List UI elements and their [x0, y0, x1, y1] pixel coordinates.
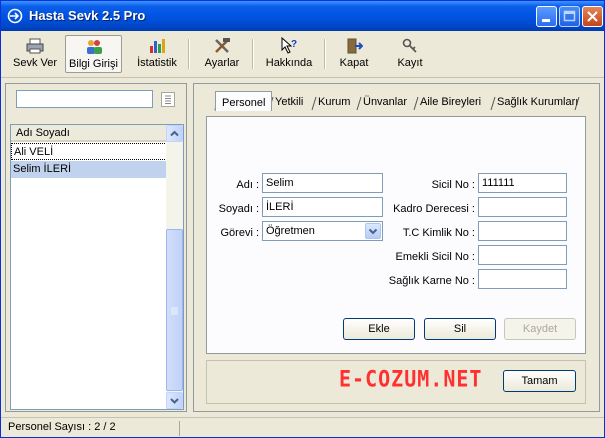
gorevi-label: Görevi : — [220, 227, 259, 239]
list-item-selected[interactable]: Selim İLERİ — [11, 161, 167, 178]
watermark-text: E-COZUM.NET — [339, 365, 483, 393]
toolbar-hakkinda-button[interactable]: ? Hakkında — [261, 35, 317, 73]
kadro-derecesi-label: Kadro Derecesi : — [393, 203, 475, 215]
saglik-karne-no-label: Sağlık Karne No : — [388, 275, 475, 287]
status-bar: Personel Sayısı : 2 / 2 — [1, 417, 604, 437]
personnel-list-panel: Adı Soyadı Ali VELİ Selim İLERİ — [5, 83, 187, 412]
toolbar-kapat-button[interactable]: Kapat — [335, 35, 373, 73]
tab-unvanlar[interactable]: Ünvanlar — [363, 94, 407, 111]
tab-yetkili[interactable]: Yetkili — [275, 94, 303, 111]
scroll-up-button[interactable] — [166, 125, 183, 142]
printer-icon — [26, 38, 44, 54]
chart-icon — [150, 39, 165, 53]
tab-kurum[interactable]: Kurum — [318, 94, 350, 111]
adi-field[interactable]: Selim — [262, 173, 383, 193]
adi-label: Adı : — [236, 179, 259, 191]
tools-icon — [215, 38, 230, 53]
exit-door-icon — [347, 38, 363, 54]
tab-personel[interactable]: Personel — [215, 91, 273, 111]
soyadi-label: Soyadı : — [218, 203, 259, 215]
toolbar-separator — [252, 39, 254, 69]
list-scrollbar[interactable] — [166, 125, 183, 409]
column-header-adi-soyadi[interactable]: Adı Soyadı — [11, 125, 166, 142]
minimize-icon — [542, 19, 550, 22]
scroll-thumb[interactable] — [166, 229, 183, 391]
help-cursor-icon: ? — [281, 37, 297, 54]
kadro-derecesi-field[interactable] — [478, 197, 567, 217]
kaydet-button[interactable]: Kaydet — [504, 318, 576, 340]
close-icon — [587, 11, 598, 22]
toolbar-separator — [324, 39, 326, 69]
emekli-sicil-no-field[interactable] — [478, 245, 567, 265]
toolbar-ayarlar-button[interactable]: Ayarlar — [199, 35, 245, 73]
maximize-button[interactable] — [559, 6, 580, 27]
gorevi-select[interactable]: Öğretmen — [262, 221, 383, 241]
close-button[interactable] — [582, 6, 603, 27]
tamam-button[interactable]: Tamam — [503, 370, 576, 392]
toolbar-separator — [188, 39, 190, 69]
soyadi-field[interactable]: İLERİ — [262, 197, 383, 217]
sil-button[interactable]: Sil — [424, 318, 496, 340]
personel-tab-page: Adı : Selim Soyadı : İLERİ Görevi : Öğre… — [206, 116, 586, 354]
title-bar[interactable]: Hasta Sevk 2.5 Pro — [1, 1, 604, 31]
sicil-no-label: Sicil No : — [431, 179, 475, 191]
sicil-no-field[interactable]: 111111 — [478, 173, 567, 193]
list-item[interactable]: Ali VELİ — [11, 143, 167, 160]
window-title: Hasta Sevk 2.5 Pro — [29, 8, 146, 23]
svg-text:?: ? — [291, 39, 297, 50]
personnel-list: Adı Soyadı Ali VELİ Selim İLERİ — [10, 124, 184, 410]
gorevi-selected-value: Öğretmen — [266, 225, 315, 237]
toolbar-bilgi-girisi-button[interactable]: Bilgi Girişi — [65, 35, 122, 73]
search-button[interactable] — [161, 92, 175, 107]
minimize-button[interactable] — [536, 6, 557, 27]
toolbar-sevk-ver-button[interactable]: Sevk Ver — [9, 35, 61, 73]
chevron-up-icon — [170, 130, 179, 137]
chevron-down-icon — [170, 398, 179, 404]
tab-saglik-kurumlari[interactable]: Sağlık Kurumları — [497, 94, 578, 111]
detail-panel: Personel Yetkili Kurum Ünvanlar Aile Bir… — [193, 83, 600, 412]
maximize-icon — [563, 10, 576, 22]
tc-kimlik-no-label: T.C Kimlik No : — [402, 227, 475, 239]
toolbar-kayit-button[interactable]: Kayıt — [391, 35, 429, 73]
search-input[interactable] — [16, 90, 153, 108]
bottom-bar: E-COZUM.NET Tamam — [206, 360, 586, 404]
users-icon — [86, 40, 102, 54]
tc-kimlik-no-field[interactable] — [478, 221, 567, 241]
saglik-karne-no-field[interactable] — [478, 269, 567, 289]
toolbar: Sevk Ver Bilgi Girişi İstatistik Ayarlar — [1, 31, 604, 78]
ekle-button[interactable]: Ekle — [343, 318, 415, 340]
main-window: Hasta Sevk 2.5 Pro Sevk Ver Bilgi Girişi — [0, 0, 605, 438]
grip-icon — [171, 307, 178, 315]
app-icon — [7, 8, 23, 24]
personnel-count-status: Personel Sayısı : 2 / 2 — [4, 421, 180, 436]
toolbar-istatistik-button[interactable]: İstatistik — [133, 35, 181, 73]
emekli-sicil-no-label: Emekli Sicil No : — [395, 251, 475, 263]
scroll-down-button[interactable] — [166, 392, 183, 409]
list-icon — [165, 95, 171, 104]
keys-icon — [402, 38, 417, 53]
tab-aile-bireyleri[interactable]: Aile Bireyleri — [420, 94, 481, 111]
